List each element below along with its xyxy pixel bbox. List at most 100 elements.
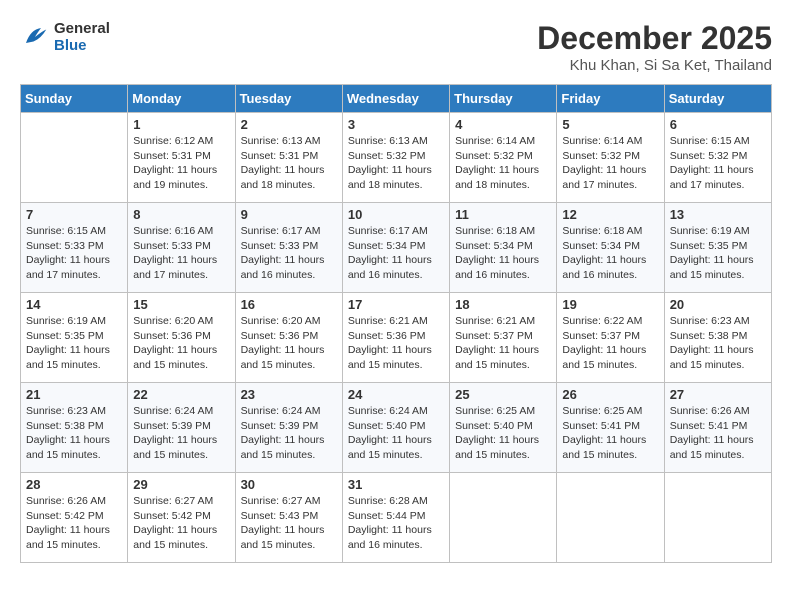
calendar-cell: 3Sunrise: 6:13 AMSunset: 5:32 PMDaylight… (342, 113, 449, 203)
calendar-cell: 12 Sunrise: 6:18 AMSunset: 5:34 PMDayligh… (557, 203, 664, 293)
weekday-header-sunday: Sunday (21, 85, 128, 113)
calendar-cell: 16 Sunrise: 6:20 AMSunset: 5:36 PMDayligh… (235, 293, 342, 383)
day-info: Sunrise: 6:24 AMSunset: 5:39 PMDaylight:… (241, 404, 337, 463)
calendar-week-row: 28 Sunrise: 6:26 AMSunset: 5:42 PMDayligh… (21, 473, 772, 563)
logo: General Blue (20, 20, 110, 54)
day-number: 8 (133, 207, 229, 222)
calendar-header-row: SundayMondayTuesdayWednesdayThursdayFrid… (21, 85, 772, 113)
calendar-cell: 6 Sunrise: 6:15 AMSunset: 5:32 PMDaylight… (664, 113, 771, 203)
day-info: Sunrise: 6:15 AMSunset: 5:32 PMDaylight:… (670, 134, 766, 193)
day-number: 31 (348, 477, 444, 492)
calendar-body: 1 Sunrise: 6:12 AMSunset: 5:31 PMDaylight… (21, 113, 772, 563)
day-number: 6 (670, 117, 766, 132)
calendar-week-row: 21Sunrise: 6:23 AMSunset: 5:38 PMDayligh… (21, 383, 772, 473)
day-number: 14 (26, 297, 122, 312)
page-header: General Blue December 2025 Khu Khan, Si … (20, 20, 772, 74)
day-info: Sunrise: 6:24 AMSunset: 5:39 PMDaylight:… (133, 404, 229, 463)
weekday-header-friday: Friday (557, 85, 664, 113)
day-number: 11 (455, 207, 551, 222)
day-info: Sunrise: 6:25 AMSunset: 5:41 PMDaylight:… (562, 404, 658, 463)
calendar-cell: 10 Sunrise: 6:17 AMSunset: 5:34 PMDayligh… (342, 203, 449, 293)
calendar-table: SundayMondayTuesdayWednesdayThursdayFrid… (20, 84, 772, 563)
day-number: 13 (670, 207, 766, 222)
day-info: Sunrise: 6:27 AMSunset: 5:43 PMDaylight:… (241, 494, 337, 553)
weekday-header-thursday: Thursday (450, 85, 557, 113)
day-info: Sunrise: 6:19 AMSunset: 5:35 PMDaylight:… (26, 314, 122, 373)
day-info: Sunrise: 6:18 AMSunset: 5:34 PMDaylight:… (455, 224, 551, 283)
day-info: Sunrise: 6:22 AMSunset: 5:37 PMDaylight:… (562, 314, 658, 373)
calendar-cell: 26 Sunrise: 6:25 AMSunset: 5:41 PMDayligh… (557, 383, 664, 473)
calendar-cell: 8Sunrise: 6:16 AMSunset: 5:33 PMDaylight… (128, 203, 235, 293)
day-info: Sunrise: 6:14 AMSunset: 5:32 PMDaylight:… (455, 134, 551, 193)
calendar-cell: 7 Sunrise: 6:15 AMSunset: 5:33 PMDaylight… (21, 203, 128, 293)
day-info: Sunrise: 6:28 AMSunset: 5:44 PMDaylight:… (348, 494, 444, 553)
day-number: 27 (670, 387, 766, 402)
calendar-cell: 31 Sunrise: 6:28 AMSunset: 5:44 PMDayligh… (342, 473, 449, 563)
day-info: Sunrise: 6:20 AMSunset: 5:36 PMDaylight:… (241, 314, 337, 373)
calendar-cell: 18 Sunrise: 6:21 AMSunset: 5:37 PMDayligh… (450, 293, 557, 383)
day-info: Sunrise: 6:13 AMSunset: 5:31 PMDaylight:… (241, 134, 337, 193)
day-info: Sunrise: 6:17 AMSunset: 5:33 PMDaylight:… (241, 224, 337, 283)
day-info: Sunrise: 6:15 AMSunset: 5:33 PMDaylight:… (26, 224, 122, 283)
day-number: 17 (348, 297, 444, 312)
logo-bird-icon (20, 22, 50, 52)
day-info: Sunrise: 6:25 AMSunset: 5:40 PMDaylight:… (455, 404, 551, 463)
day-number: 22 (133, 387, 229, 402)
day-number: 30 (241, 477, 337, 492)
day-number: 1 (133, 117, 229, 132)
day-number: 21 (26, 387, 122, 402)
day-number: 24 (348, 387, 444, 402)
day-number: 19 (562, 297, 658, 312)
calendar-cell (450, 473, 557, 563)
day-info: Sunrise: 6:18 AMSunset: 5:34 PMDaylight:… (562, 224, 658, 283)
calendar-cell: 2Sunrise: 6:13 AMSunset: 5:31 PMDaylight… (235, 113, 342, 203)
day-info: Sunrise: 6:21 AMSunset: 5:36 PMDaylight:… (348, 314, 444, 373)
calendar-week-row: 1 Sunrise: 6:12 AMSunset: 5:31 PMDaylight… (21, 113, 772, 203)
day-info: Sunrise: 6:12 AMSunset: 5:31 PMDaylight:… (133, 134, 229, 193)
day-info: Sunrise: 6:21 AMSunset: 5:37 PMDaylight:… (455, 314, 551, 373)
day-info: Sunrise: 6:27 AMSunset: 5:42 PMDaylight:… (133, 494, 229, 553)
calendar-cell: 11 Sunrise: 6:18 AMSunset: 5:34 PMDayligh… (450, 203, 557, 293)
day-number: 25 (455, 387, 551, 402)
calendar-cell: 21Sunrise: 6:23 AMSunset: 5:38 PMDayligh… (21, 383, 128, 473)
logo-text: General Blue (54, 20, 110, 54)
title-block: December 2025 Khu Khan, Si Sa Ket, Thail… (537, 20, 772, 74)
day-number: 10 (348, 207, 444, 222)
day-number: 4 (455, 117, 551, 132)
location-subtitle: Khu Khan, Si Sa Ket, Thailand (537, 57, 772, 74)
day-number: 16 (241, 297, 337, 312)
weekday-header-wednesday: Wednesday (342, 85, 449, 113)
day-info: Sunrise: 6:20 AMSunset: 5:36 PMDaylight:… (133, 314, 229, 373)
day-info: Sunrise: 6:13 AMSunset: 5:32 PMDaylight:… (348, 134, 444, 193)
day-number: 28 (26, 477, 122, 492)
day-number: 23 (241, 387, 337, 402)
calendar-cell: 1 Sunrise: 6:12 AMSunset: 5:31 PMDaylight… (128, 113, 235, 203)
calendar-cell: 13Sunrise: 6:19 AMSunset: 5:35 PMDayligh… (664, 203, 771, 293)
calendar-cell: 14 Sunrise: 6:19 AMSunset: 5:35 PMDayligh… (21, 293, 128, 383)
calendar-cell: 22 Sunrise: 6:24 AMSunset: 5:39 PMDayligh… (128, 383, 235, 473)
calendar-cell: 4 Sunrise: 6:14 AMSunset: 5:32 PMDaylight… (450, 113, 557, 203)
calendar-cell: 27 Sunrise: 6:26 AMSunset: 5:41 PMDayligh… (664, 383, 771, 473)
calendar-cell: 5Sunrise: 6:14 AMSunset: 5:32 PMDaylight… (557, 113, 664, 203)
calendar-week-row: 14 Sunrise: 6:19 AMSunset: 5:35 PMDayligh… (21, 293, 772, 383)
calendar-cell: 29 Sunrise: 6:27 AMSunset: 5:42 PMDayligh… (128, 473, 235, 563)
day-number: 26 (562, 387, 658, 402)
weekday-header-saturday: Saturday (664, 85, 771, 113)
day-number: 12 (562, 207, 658, 222)
day-info: Sunrise: 6:26 AMSunset: 5:41 PMDaylight:… (670, 404, 766, 463)
day-number: 29 (133, 477, 229, 492)
day-info: Sunrise: 6:26 AMSunset: 5:42 PMDaylight:… (26, 494, 122, 553)
calendar-cell: 17 Sunrise: 6:21 AMSunset: 5:36 PMDayligh… (342, 293, 449, 383)
day-info: Sunrise: 6:17 AMSunset: 5:34 PMDaylight:… (348, 224, 444, 283)
month-title: December 2025 (537, 20, 772, 57)
day-info: Sunrise: 6:23 AMSunset: 5:38 PMDaylight:… (670, 314, 766, 373)
day-number: 18 (455, 297, 551, 312)
calendar-cell: 24Sunrise: 6:24 AMSunset: 5:40 PMDayligh… (342, 383, 449, 473)
weekday-header-tuesday: Tuesday (235, 85, 342, 113)
calendar-cell: 20 Sunrise: 6:23 AMSunset: 5:38 PMDayligh… (664, 293, 771, 383)
calendar-cell (21, 113, 128, 203)
calendar-cell (664, 473, 771, 563)
day-number: 20 (670, 297, 766, 312)
calendar-cell: 23 Sunrise: 6:24 AMSunset: 5:39 PMDayligh… (235, 383, 342, 473)
day-number: 7 (26, 207, 122, 222)
